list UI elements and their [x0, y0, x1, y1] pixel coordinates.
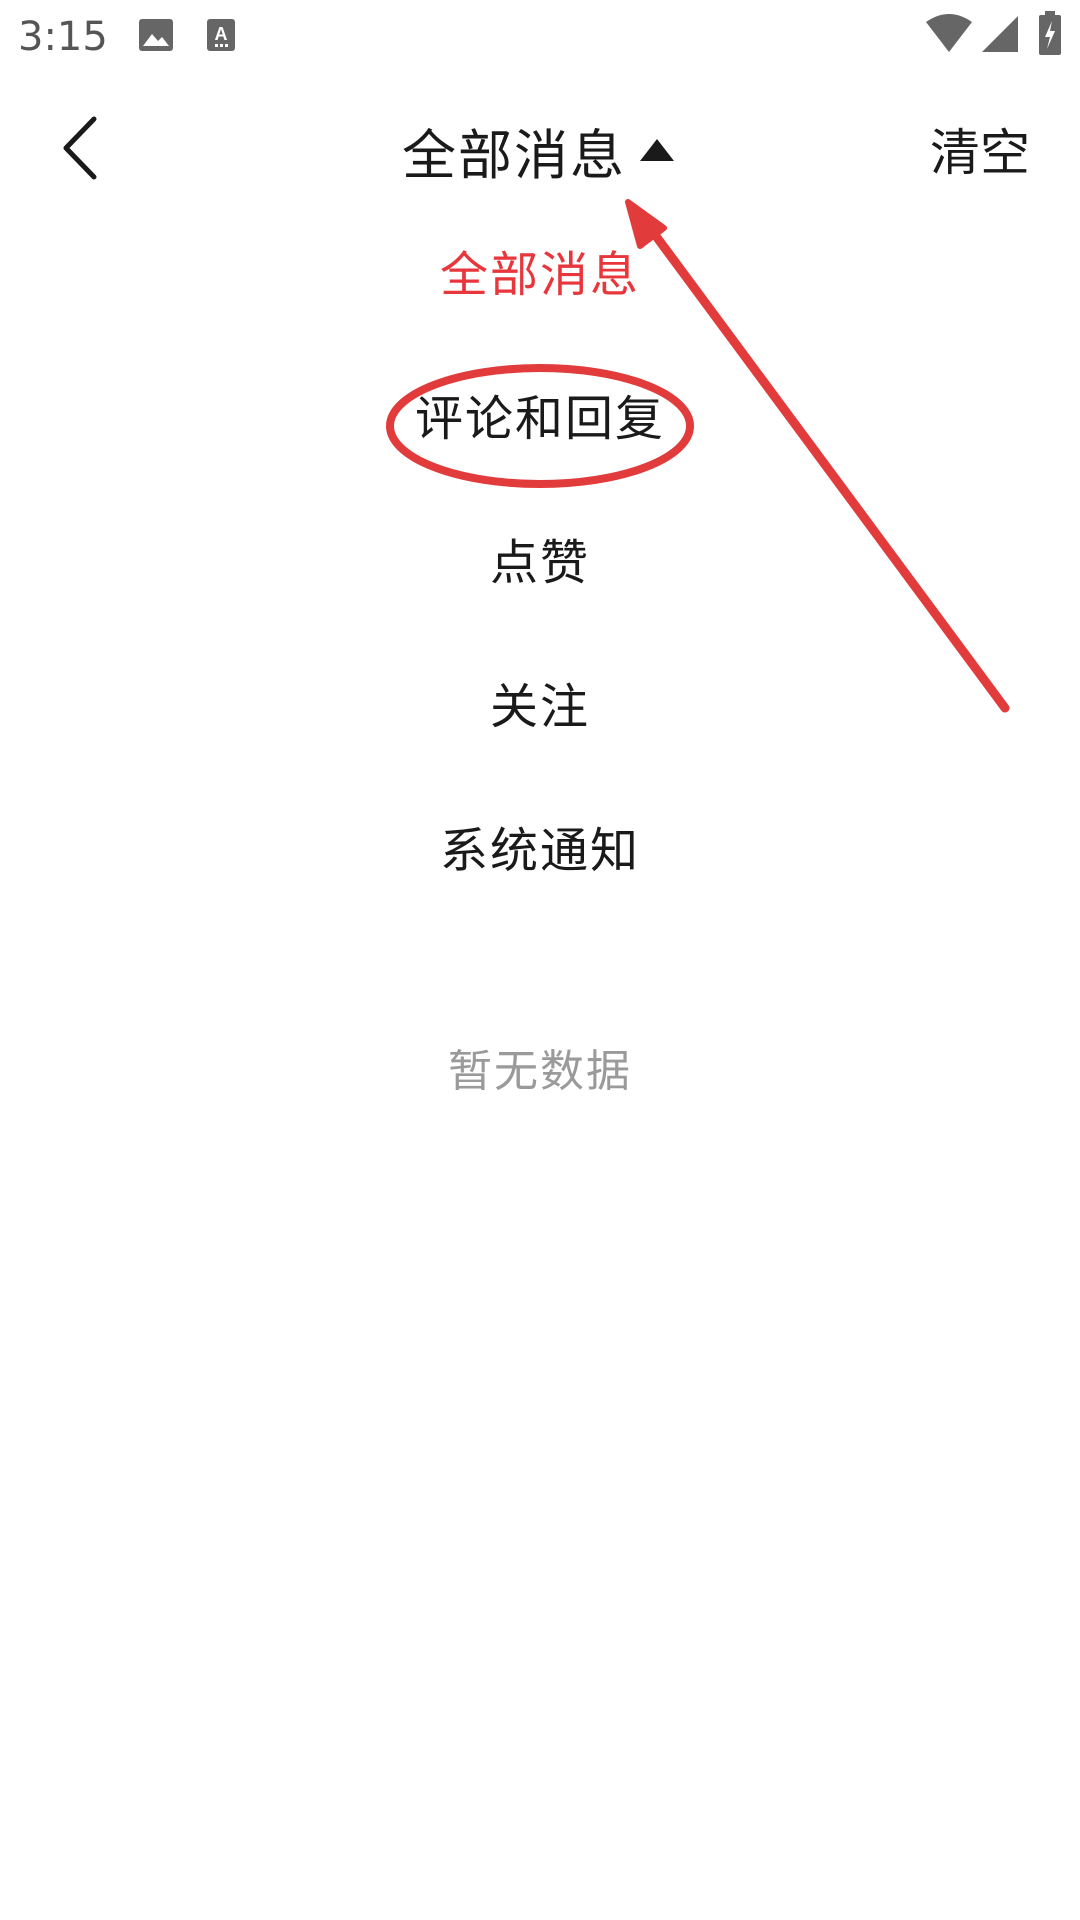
title-dropdown[interactable]: 全部消息: [0, 110, 1080, 190]
battery-charging-icon: [1039, 11, 1061, 55]
menu-item-follows[interactable]: 关注: [0, 652, 1080, 752]
signal-icon: [982, 16, 1018, 52]
caret-up-icon: [638, 135, 678, 165]
wifi-icon: [926, 14, 972, 52]
menu-item-comments[interactable]: 评论和回复: [0, 364, 1080, 464]
empty-state-text: 暂无数据: [448, 1046, 632, 1097]
svg-text:A: A: [215, 24, 228, 44]
menu-item-all[interactable]: 全部消息: [0, 220, 1080, 320]
page-title: 全部消息: [402, 123, 626, 187]
image-icon: [139, 19, 173, 51]
menu-item-likes[interactable]: 点赞: [0, 508, 1080, 608]
status-time: 3:15: [18, 14, 108, 60]
clear-button[interactable]: 清空: [930, 113, 1030, 193]
status-bar: 3:15 A: [0, 0, 1080, 75]
text-icon: A: [207, 19, 235, 51]
message-screen: 3:15 A 全部消息 清空 全部消息 评论和回复 点赞 关注 系统通知 暂无数…: [0, 0, 1080, 1920]
header: 全部消息 清空: [0, 80, 1080, 210]
menu-item-system[interactable]: 系统通知: [0, 796, 1080, 896]
